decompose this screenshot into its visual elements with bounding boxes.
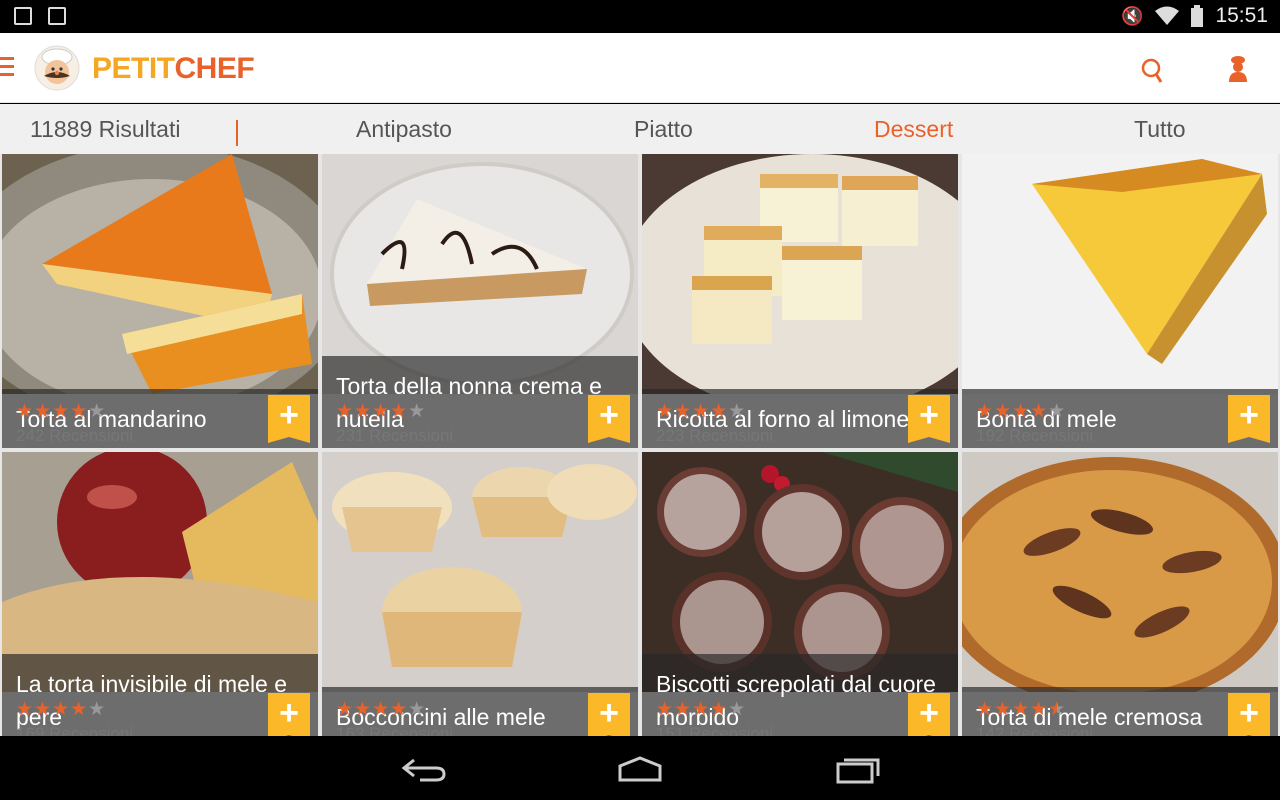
recipe-card[interactable]: Ricotta al forno al limone ★★★★★ 223 Rec… bbox=[642, 154, 958, 448]
review-count: 231 Recensioni bbox=[336, 426, 454, 445]
tab-antipasto[interactable]: Antipasto bbox=[356, 116, 452, 143]
wifi-icon bbox=[1155, 6, 1180, 25]
back-icon[interactable] bbox=[400, 754, 448, 784]
star-rating: ★★★★★ bbox=[16, 401, 107, 422]
clock: 15:51 bbox=[1215, 4, 1268, 27]
divider bbox=[236, 120, 238, 146]
download-icon bbox=[48, 7, 66, 25]
home-icon[interactable] bbox=[616, 754, 664, 784]
star-rating: ★★★★★ bbox=[976, 401, 1067, 422]
recipe-card[interactable]: Torta al mandarino ★★★★★ 242 Recensioni … bbox=[2, 154, 318, 448]
review-count: 192 Recensioni bbox=[976, 426, 1094, 445]
system-nav-bar bbox=[0, 736, 1280, 800]
add-button[interactable]: + bbox=[268, 395, 310, 443]
review-count: 151 Recensioni bbox=[656, 724, 774, 736]
tab-piatto[interactable]: Piatto bbox=[634, 116, 693, 143]
status-bar: 🔇 15:51 bbox=[0, 0, 1280, 33]
recipe-card[interactable]: Torta della nonna crema e nutella ★★★★★ … bbox=[322, 154, 638, 448]
add-button[interactable]: + bbox=[1228, 693, 1270, 736]
review-count: 142 Recensioni bbox=[976, 724, 1094, 736]
app-bar: PETITCHEF bbox=[0, 33, 1280, 103]
filter-bar: 11889 Risultati Antipasto Piatto Dessert… bbox=[0, 104, 1280, 154]
brand-wordmark[interactable]: PETITCHEF bbox=[92, 52, 255, 86]
search-icon[interactable] bbox=[1140, 57, 1164, 85]
recipe-card[interactable]: Biscotti screpolati dal cuore morbido ★★… bbox=[642, 452, 958, 736]
results-count: 11889 Risultati bbox=[30, 116, 181, 142]
review-count: 163 Recensioni bbox=[336, 724, 454, 736]
recipe-photo[interactable] bbox=[962, 154, 1278, 394]
recipe-photo[interactable] bbox=[322, 452, 638, 692]
menu-icon[interactable] bbox=[0, 57, 14, 77]
image-icon bbox=[14, 7, 32, 25]
tab-tutto[interactable]: Tutto bbox=[1134, 116, 1186, 143]
recipe-card[interactable]: Bocconcini alle mele ★★★★★ 163 Recension… bbox=[322, 452, 638, 736]
tab-dessert[interactable]: Dessert bbox=[874, 116, 953, 143]
recipe-photo[interactable] bbox=[2, 154, 318, 394]
review-count: 223 Recensioni bbox=[656, 426, 774, 445]
add-button[interactable]: + bbox=[908, 395, 950, 443]
add-button[interactable]: + bbox=[588, 395, 630, 443]
battery-icon bbox=[1191, 5, 1204, 27]
star-rating: ★★★★★ bbox=[656, 699, 747, 720]
review-count: 242 Recensioni bbox=[16, 426, 134, 445]
recipe-card[interactable]: Torta di mele cremosa ★★★★★ 142 Recensio… bbox=[962, 452, 1278, 736]
add-button[interactable]: + bbox=[908, 693, 950, 736]
chef-logo-icon[interactable] bbox=[34, 45, 80, 91]
recipe-grid: Torta al mandarino ★★★★★ 242 Recensioni … bbox=[0, 154, 1280, 736]
recipe-card[interactable]: Bontà di mele ★★★★★ 192 Recensioni + bbox=[962, 154, 1278, 448]
star-rating: ★★★★★ bbox=[336, 401, 427, 422]
recipe-photo[interactable] bbox=[962, 452, 1278, 692]
add-button[interactable]: + bbox=[1228, 395, 1270, 443]
mute-icon: 🔇 bbox=[1121, 5, 1144, 26]
star-rating: ★★★★★ bbox=[336, 699, 427, 720]
star-rating: ★★★★★ bbox=[656, 401, 747, 422]
star-rating: ★★★★★ bbox=[976, 699, 1067, 720]
recipe-photo[interactable] bbox=[642, 154, 958, 394]
star-rating: ★★★★★ bbox=[16, 699, 107, 720]
user-chef-icon[interactable] bbox=[1226, 55, 1250, 83]
review-count: 169 Recensioni bbox=[16, 724, 134, 736]
recents-icon[interactable] bbox=[834, 754, 882, 784]
add-button[interactable]: + bbox=[268, 693, 310, 736]
add-button[interactable]: + bbox=[588, 693, 630, 736]
recipe-card[interactable]: La torta invisibile di mele e pere ★★★★★… bbox=[2, 452, 318, 736]
